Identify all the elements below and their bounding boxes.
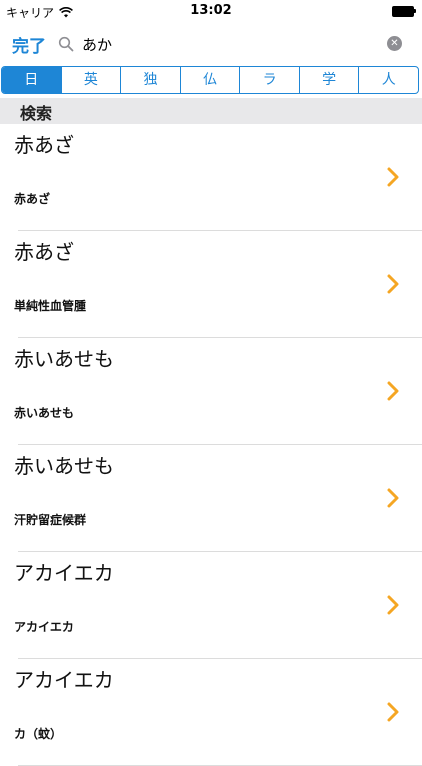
segment-2[interactable]: 独 (120, 67, 180, 93)
segment-6[interactable]: 人 (358, 67, 418, 93)
section-header: 検索 (0, 98, 422, 124)
list-item[interactable]: 赤いあせも 赤いあせも (0, 338, 422, 445)
status-time: 13:02 (190, 3, 232, 18)
result-subtitle: 単純性血管腫 (14, 299, 87, 313)
segment-0[interactable]: 日 (2, 67, 61, 93)
result-title: アカイエカ (14, 668, 114, 692)
result-subtitle: アカイエカ (14, 620, 74, 634)
chevron-right-icon (387, 381, 399, 401)
search-field[interactable]: ✕ (56, 30, 408, 58)
result-title: 赤あざ (14, 240, 74, 264)
result-title: 赤いあせも (14, 454, 114, 478)
search-bar: 完了 ✕ (0, 26, 422, 62)
result-subtitle: 汗貯留症候群 (14, 513, 87, 527)
result-subtitle: カ（蚊） (14, 727, 63, 741)
list-item[interactable]: 赤あざ 赤あざ (0, 124, 422, 231)
done-button[interactable]: 完了 (12, 32, 46, 57)
chevron-right-icon (387, 595, 399, 615)
result-subtitle: 赤あざ (14, 192, 51, 206)
section-title: 検索 (20, 104, 53, 123)
segment-5[interactable]: 学 (298, 67, 359, 93)
chevron-right-icon (387, 274, 399, 294)
result-title: アカイエカ (14, 561, 114, 585)
clear-search-icon[interactable]: ✕ (387, 36, 402, 51)
list-item[interactable]: 赤いあせも汗貯留症候群 (0, 445, 422, 552)
result-title: 赤あざ (14, 133, 74, 157)
segment-3[interactable]: 仏 (179, 67, 240, 93)
battery-icon (392, 6, 416, 17)
result-title: 赤いあせも (14, 347, 114, 371)
search-icon (58, 36, 74, 52)
chevron-right-icon (387, 702, 399, 722)
list-item[interactable]: 赤あざ 単純性血管腫 (0, 231, 422, 338)
results-list: 赤あざ 赤あざ 赤あざ 単純性血管腫 赤いあせも 赤いあせも 赤いあせも 汗貯留症候群 アカイエ… (0, 124, 422, 766)
segment-1[interactable]: 英 (60, 67, 121, 93)
language-segmented-control: 日英独仏ラ学人 (1, 66, 419, 94)
search-input[interactable] (82, 35, 372, 53)
chevron-right-icon (387, 488, 399, 508)
list-item[interactable]: アカイエカ アカイエカ (0, 552, 422, 659)
result-subtitle: 赤いあせも (14, 406, 75, 420)
segment-4[interactable]: ラ (239, 67, 299, 93)
chevron-right-icon (387, 167, 399, 187)
status-bar: キャリア 13:02 (0, 0, 422, 22)
